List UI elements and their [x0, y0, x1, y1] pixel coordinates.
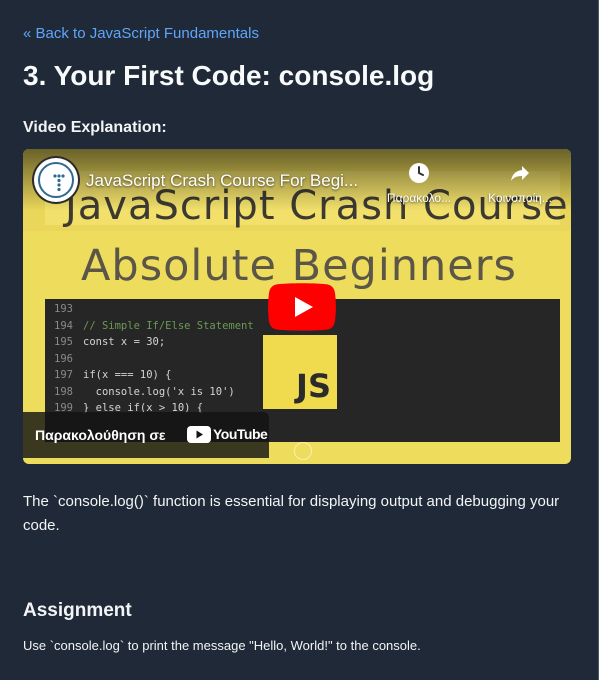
play-button[interactable] — [268, 283, 336, 331]
code-line-text: const x = 30; — [83, 336, 166, 348]
share-label: Κοινοποίη... — [488, 191, 552, 205]
youtube-logo-icon — [187, 426, 211, 443]
code-line: 197 if(x === 10) { — [45, 369, 172, 381]
watch-on-label: Παρακολούθηση σε — [35, 427, 166, 443]
channel-logo-icon — [53, 174, 65, 192]
code-line-number: 194 — [54, 319, 73, 332]
code-line-text: // Simple If/Else Statement — [83, 319, 254, 332]
share-icon — [511, 166, 529, 181]
code-line-number: 198 — [54, 385, 73, 398]
youtube-wordmark: YouTube — [213, 426, 268, 442]
back-link[interactable]: « Back to JavaScript Fundamentals — [23, 25, 259, 42]
code-line-text: console.log('x is 10') — [83, 385, 235, 398]
lesson-page: « Back to JavaScript Fundamentals 3. You… — [0, 0, 599, 680]
channel-avatar-ring — [38, 162, 74, 198]
video-title[interactable]: JavaScript Crash Course For Begi... — [86, 171, 358, 191]
code-line-number: 196 — [54, 352, 73, 365]
assignment-heading: Assignment — [23, 600, 132, 621]
share-button[interactable]: Κοινοποίη... — [477, 161, 563, 205]
assignment-text: Use `console.log` to print the message "… — [23, 638, 421, 653]
watch-later-button[interactable]: Παρακολο... — [379, 161, 459, 205]
code-line-number: 195 — [54, 336, 73, 348]
code-line: 195 const x = 30; — [45, 336, 165, 348]
video-embed[interactable]: JavaScript Crash Course Absolute Beginne… — [23, 149, 571, 464]
js-badge: JS — [296, 367, 331, 405]
code-line: 196 — [45, 353, 83, 365]
code-line-number: 197 — [54, 369, 73, 381]
watch-later-label: Παρακολο... — [386, 191, 452, 205]
code-line-text: if(x === 10) { — [83, 369, 172, 381]
code-line-number: 193 — [54, 303, 73, 315]
code-line: 194 // Simple If/Else Statement — [45, 320, 254, 332]
code-line: 193 — [45, 303, 83, 315]
clock-icon — [409, 163, 429, 183]
js-logo: JS — [263, 335, 337, 409]
code-line: 198 console.log('x is 10') — [45, 386, 235, 398]
channel-watermark[interactable] — [294, 442, 312, 460]
video-label: Video Explanation: — [23, 119, 167, 136]
page-title: 3. Your First Code: console.log — [23, 60, 435, 91]
lesson-description: The `console.log()` function is essentia… — [23, 493, 560, 534]
watch-on-youtube-button[interactable]: Παρακολούθηση σε YouTube — [23, 412, 269, 458]
channel-avatar[interactable] — [34, 158, 78, 202]
